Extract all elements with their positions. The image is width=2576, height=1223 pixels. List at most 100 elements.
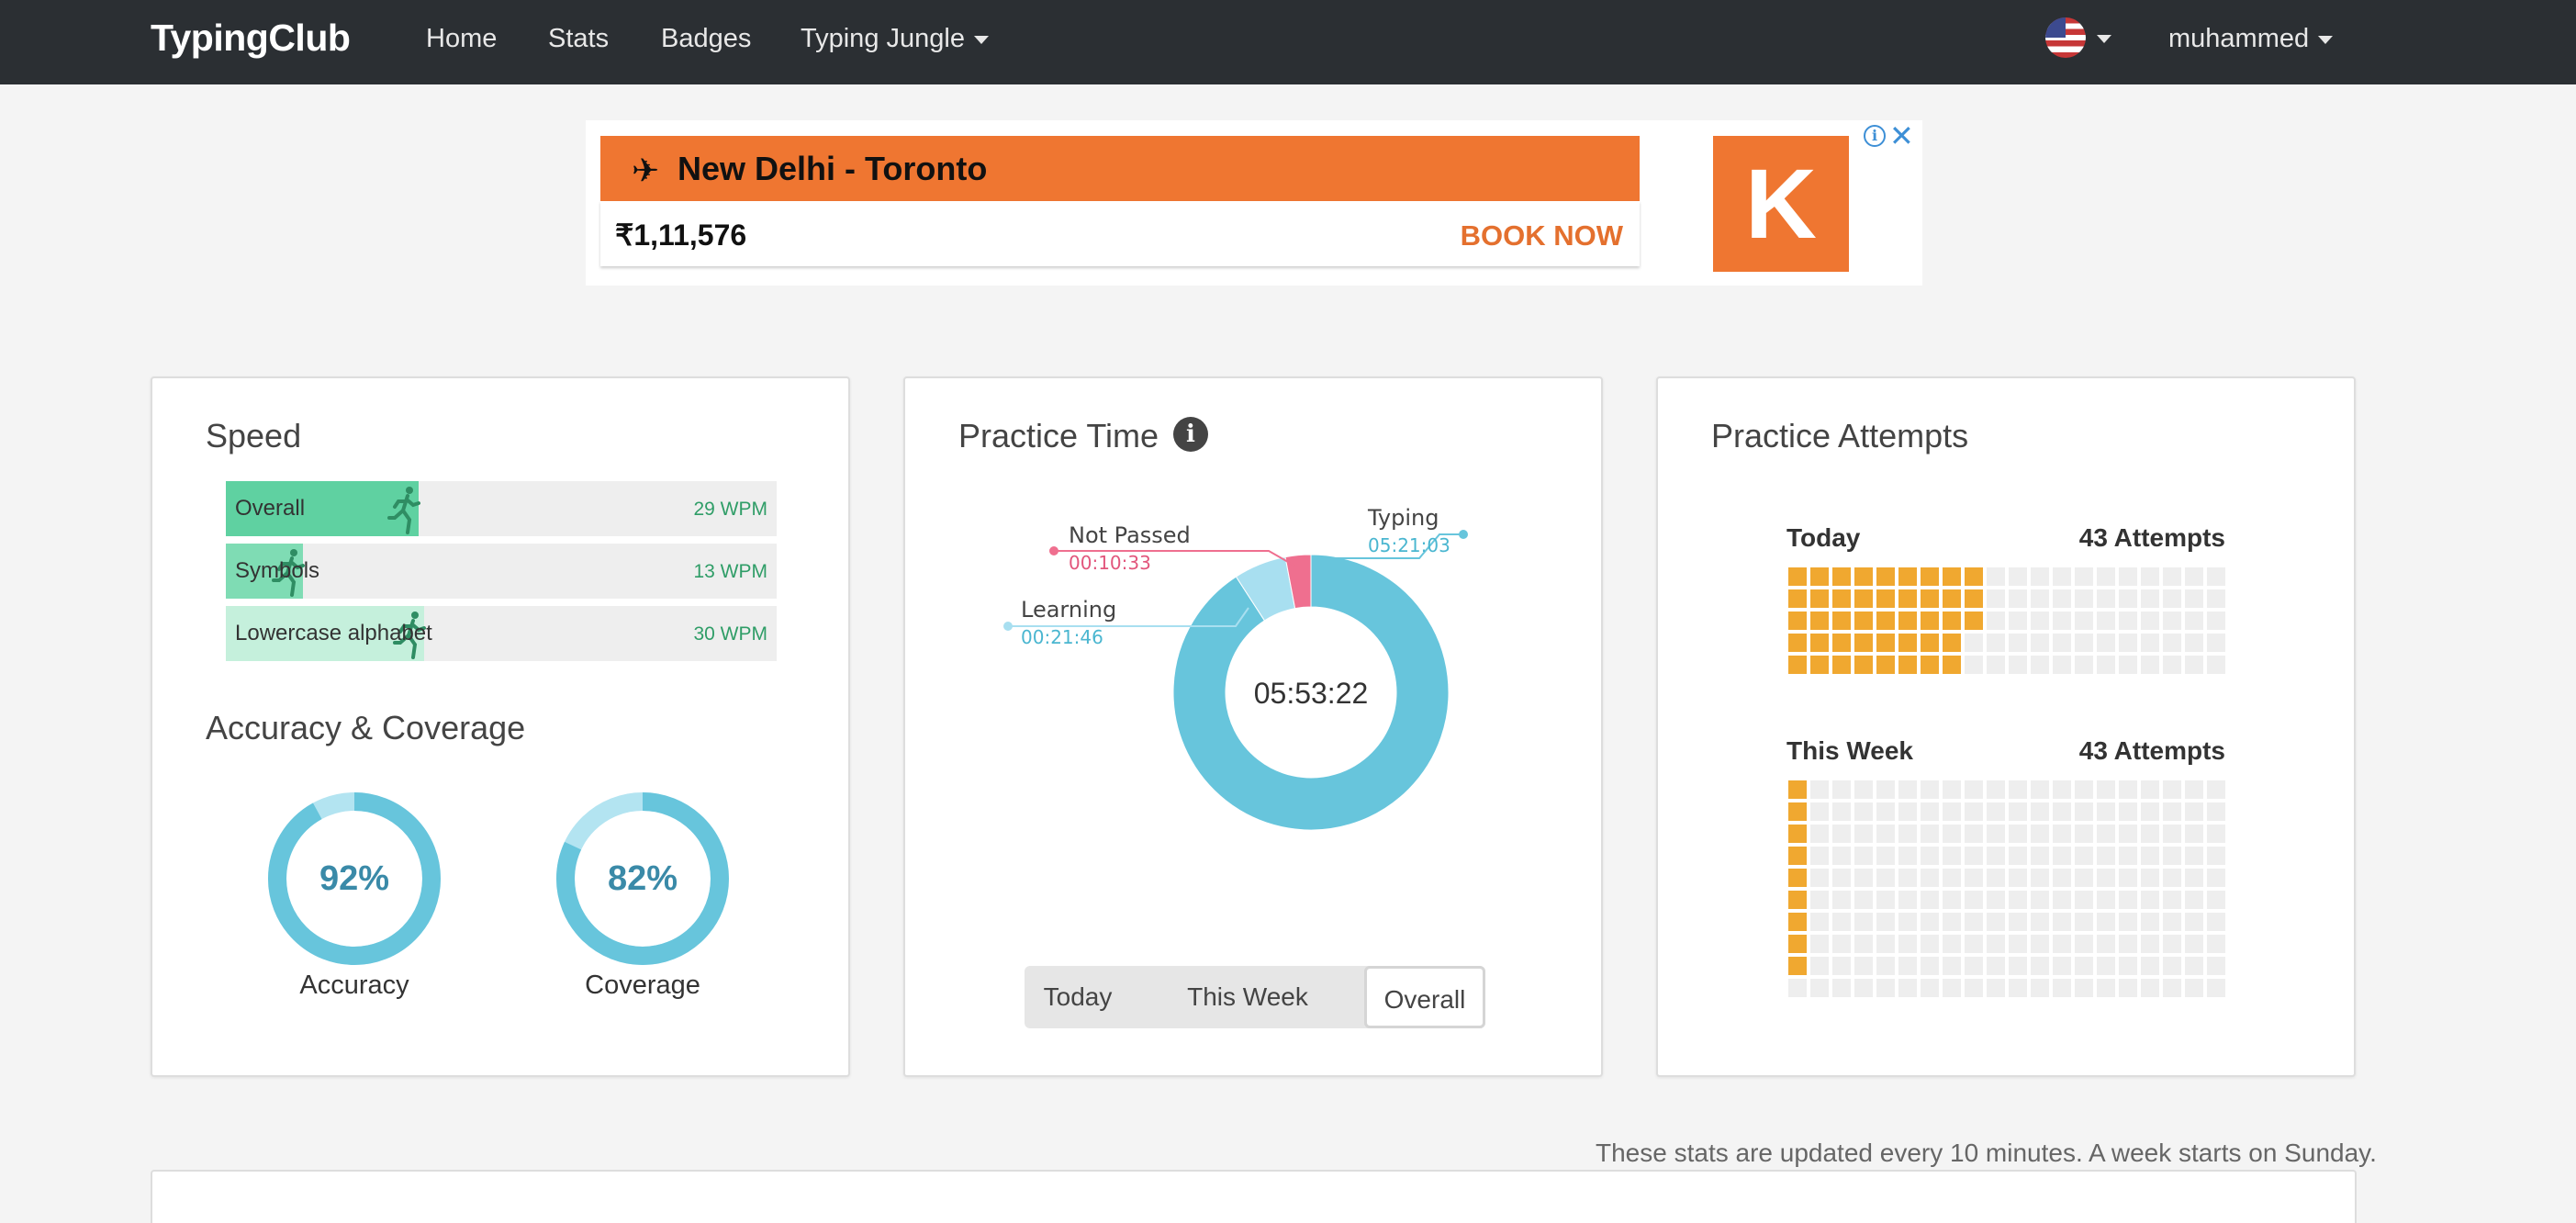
attempt-cell-empty (1943, 979, 1961, 997)
nav-typing-jungle[interactable]: Typing Jungle (801, 24, 989, 54)
attempt-cell-empty (1876, 979, 1895, 997)
ad-header[interactable]: ✈ New Delhi - Toronto (600, 136, 1640, 201)
learning-time: 00:21:46 (1021, 626, 1103, 648)
attempt-cell-empty (2097, 802, 2115, 821)
attempt-cell-empty (2119, 656, 2137, 674)
book-now-button[interactable]: BOOK NOW (1461, 219, 1623, 252)
attempt-cell-empty (1943, 957, 1961, 975)
overall-button[interactable]: Overall (1364, 966, 1485, 1028)
attempt-cell-empty (1788, 979, 1807, 997)
attempt-cell-filled (1965, 612, 1983, 630)
stats-update-note: These stats are updated every 10 minutes… (1596, 1139, 2377, 1167)
attempt-cell-empty (1832, 869, 1851, 887)
attempt-cell-empty (2097, 891, 2115, 909)
attempt-cell-empty (2009, 589, 2027, 608)
attempt-cell-empty (2207, 957, 2225, 975)
attempt-cell-empty (1943, 780, 1961, 799)
attempt-cell-empty (1832, 957, 1851, 975)
chevron-down-icon (2318, 35, 2334, 44)
attempt-cell-empty (2031, 979, 2049, 997)
advertisement-banner[interactable]: ✈ New Delhi - Toronto ₹1,11,576 BOOK NOW… (586, 118, 1922, 286)
attempt-cell-filled (1788, 869, 1807, 887)
attempt-cell-empty (1854, 802, 1873, 821)
attempt-cell-empty (1921, 869, 1939, 887)
attempt-cell-empty (1810, 891, 1829, 909)
ad-close-icon[interactable]: ✕ (1889, 118, 1914, 153)
attempt-cell-empty (1921, 780, 1939, 799)
nav-home[interactable]: Home (426, 24, 497, 54)
attempt-cell-empty (1943, 891, 1961, 909)
attempt-cell-empty (1810, 957, 1829, 975)
attempt-cell-empty (2141, 634, 2159, 652)
attempt-cell-empty (1943, 869, 1961, 887)
attempt-cell-empty (1832, 780, 1851, 799)
attempt-cell-empty (1810, 869, 1829, 887)
attempt-cell-empty (1810, 913, 1829, 931)
ad-info-icon[interactable]: i (1864, 125, 1886, 147)
attempt-cell-empty (2119, 612, 2137, 630)
attempt-cell-empty (2141, 957, 2159, 975)
coverage-value: 82% (608, 859, 678, 898)
user-menu[interactable]: muhammed (2168, 24, 2334, 54)
practice-attempts-title: Practice Attempts (1711, 417, 1969, 454)
chevron-down-icon[interactable] (2097, 35, 2111, 43)
learning-leader-dot (1003, 622, 1013, 631)
runner-icon (387, 487, 420, 534)
attempt-cell-filled (1854, 612, 1873, 630)
attempt-cell-empty (1965, 869, 1983, 887)
attempt-cell-filled (1943, 589, 1961, 608)
ad-logo[interactable]: K (1713, 136, 1849, 272)
attempt-cell-filled (1788, 935, 1807, 953)
us-flag-icon[interactable] (2045, 17, 2086, 58)
attempt-cell-empty (1987, 589, 2005, 608)
attempt-cell-empty (1876, 802, 1895, 821)
attempt-cell-empty (2207, 780, 2225, 799)
accuracy-label: Accuracy (299, 971, 409, 1000)
attempt-cell-empty (2097, 847, 2115, 865)
attempt-cell-empty (2097, 979, 2115, 997)
attempt-cell-empty (2163, 935, 2181, 953)
attempt-cell-empty (2207, 802, 2225, 821)
attempt-cell-empty (2141, 913, 2159, 931)
attempt-cell-empty (1876, 957, 1895, 975)
attempt-cell-empty (2075, 656, 2093, 674)
attempt-cell-empty (1987, 935, 2005, 953)
nav-badges[interactable]: Badges (661, 24, 751, 54)
attempt-cell-empty (1876, 869, 1895, 887)
time-range-toggle: Today This Week Overall (1025, 966, 1485, 1028)
attempt-cell-filled (1810, 612, 1829, 630)
speed-bar-value: 30 WPM (693, 623, 767, 645)
typing-label: Typing (1367, 505, 1439, 531)
today-button[interactable]: Today (1025, 966, 1131, 1028)
attempt-cell-empty (2009, 891, 2027, 909)
attempt-cell-filled (1788, 891, 1807, 909)
attempt-cell-empty (2075, 634, 2093, 652)
attempt-cell-empty (1898, 891, 1917, 909)
attempt-cell-empty (2053, 891, 2071, 909)
attempt-cell-empty (1898, 957, 1917, 975)
attempt-cell-empty (2141, 825, 2159, 843)
attempt-cell-empty (2207, 612, 2225, 630)
attempt-cell-empty (2163, 589, 2181, 608)
attempt-cell-empty (1987, 979, 2005, 997)
attempt-cell-empty (1810, 935, 1829, 953)
attempt-cell-empty (2053, 825, 2071, 843)
attempt-cell-empty (1832, 979, 1851, 997)
ad-body[interactable]: ₹1,11,576 BOOK NOW (600, 201, 1640, 266)
attempt-cell-empty (2031, 957, 2049, 975)
attempt-cell-empty (2207, 891, 2225, 909)
attempt-cell-empty (2141, 979, 2159, 997)
attempt-cell-filled (1832, 567, 1851, 586)
attempt-cell-empty (1987, 780, 2005, 799)
attempt-cell-empty (2119, 589, 2137, 608)
attempt-cell-empty (2009, 780, 2027, 799)
this-week-button[interactable]: This Week (1131, 966, 1364, 1028)
attempt-cell-empty (2119, 634, 2137, 652)
speed-bar-symbols: Symbols 13 WPM (226, 544, 777, 599)
attempt-cell-empty (1810, 979, 1829, 997)
nav-stats[interactable]: Stats (548, 24, 609, 54)
brand-logo[interactable]: TypingClub (151, 17, 351, 60)
attempt-cell-filled (1788, 957, 1807, 975)
attempt-cell-empty (2075, 935, 2093, 953)
speed-bar-label: Symbols (235, 558, 320, 583)
